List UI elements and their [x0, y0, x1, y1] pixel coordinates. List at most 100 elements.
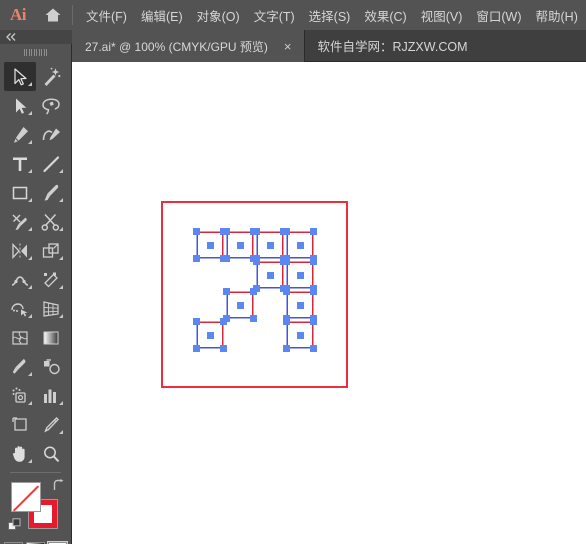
document-tab-label: 27.ai* @ 100% (CMYK/GPU 预览)	[85, 39, 268, 54]
square-r1c3[interactable]	[283, 258, 317, 292]
square-r0c2[interactable]	[253, 228, 287, 262]
square-r3c3[interactable]	[283, 318, 317, 352]
shaper-tool[interactable]	[4, 207, 36, 236]
scale-tool[interactable]	[36, 236, 68, 265]
hand-tool[interactable]	[4, 439, 36, 468]
anchor-point[interactable]	[193, 255, 200, 262]
watermark-text: 软件自学网：RJZXW.COM	[317, 40, 468, 54]
anchor-point[interactable]	[310, 318, 317, 325]
square-r0c0[interactable]	[193, 228, 227, 262]
center-point	[296, 271, 304, 279]
anchor-point[interactable]	[223, 255, 230, 262]
mesh-tool[interactable]	[4, 323, 36, 352]
collapse-panel-icon[interactable]	[0, 30, 72, 44]
document-canvas[interactable]	[72, 62, 586, 544]
anchor-point[interactable]	[193, 318, 200, 325]
fill-swatch[interactable]	[11, 482, 41, 512]
square-r0c1[interactable]	[223, 228, 257, 262]
column-graph-tool[interactable]	[36, 381, 68, 410]
menu-view[interactable]: 视图(V)	[414, 0, 470, 30]
tools-panel	[0, 30, 72, 544]
rotate-tool[interactable]	[4, 236, 36, 265]
free-transform-tool[interactable]	[36, 265, 68, 294]
anchor-point[interactable]	[250, 288, 257, 295]
square-r1c2[interactable]	[253, 258, 287, 292]
curvature-tool[interactable]	[36, 120, 68, 149]
anchor-point[interactable]	[283, 228, 290, 235]
fill-stroke-controls	[0, 477, 71, 539]
fill-none-indicator	[12, 483, 40, 511]
center-point	[266, 271, 274, 279]
rectangle-tool[interactable]	[4, 178, 36, 207]
document-tab[interactable]: 27.ai* @ 100% (CMYK/GPU 预览) ×	[72, 30, 305, 62]
swap-fill-stroke-icon[interactable]	[52, 479, 65, 495]
line-segment-tool[interactable]	[36, 149, 68, 178]
home-icon[interactable]	[36, 0, 70, 30]
anchor-point[interactable]	[283, 258, 290, 265]
square-r3c0[interactable]	[193, 318, 227, 352]
paintbrush-tool[interactable]	[36, 178, 68, 207]
menu-select[interactable]: 选择(S)	[302, 0, 358, 30]
zoom-tool[interactable]	[36, 439, 68, 468]
anchor-point[interactable]	[310, 258, 317, 265]
anchor-point[interactable]	[223, 288, 230, 295]
anchor-point[interactable]	[310, 288, 317, 295]
magic-wand-tool[interactable]	[36, 62, 68, 91]
symbol-sprayer-tool[interactable]	[4, 381, 36, 410]
anchor-point[interactable]	[193, 228, 200, 235]
menu-window[interactable]: 窗口(W)	[469, 0, 528, 30]
artboard-tool[interactable]	[4, 410, 36, 439]
anchor-point[interactable]	[220, 318, 227, 325]
anchor-point[interactable]	[283, 318, 290, 325]
scissors-tool[interactable]	[36, 207, 68, 236]
menu-object[interactable]: 对象(O)	[190, 0, 247, 30]
gradient-tool[interactable]	[36, 323, 68, 352]
pen-tool[interactable]	[4, 120, 36, 149]
anchor-point[interactable]	[253, 228, 260, 235]
menu-effect[interactable]: 效果(C)	[357, 0, 413, 30]
illustrator-window: Ai 文件(F) 编辑(E) 对象(O) 文字(T) 选择(S) 效果(C) 视图(V) 窗口…	[0, 0, 586, 544]
anchor-point[interactable]	[283, 345, 290, 352]
anchor-point[interactable]	[310, 228, 317, 235]
center-point	[206, 331, 214, 339]
width-tool[interactable]	[4, 265, 36, 294]
square-r0c3[interactable]	[283, 228, 317, 262]
square-r2c1[interactable]	[223, 288, 257, 322]
shape-builder-tool[interactable]	[4, 294, 36, 323]
anchor-point[interactable]	[193, 345, 200, 352]
menu-edit[interactable]: 编辑(E)	[134, 0, 190, 30]
menu-help[interactable]: 帮助(H)	[529, 0, 585, 30]
eyedropper-tool[interactable]	[4, 352, 36, 381]
panel-drag-handle[interactable]	[0, 44, 71, 60]
anchor-point[interactable]	[220, 345, 227, 352]
tool-grid	[0, 60, 71, 468]
center-point	[296, 301, 304, 309]
anchor-point[interactable]	[253, 258, 260, 265]
perspective-grid-tool[interactable]	[36, 294, 68, 323]
center-point	[296, 241, 304, 249]
close-icon[interactable]: ×	[280, 38, 296, 55]
selection-tool[interactable]	[4, 62, 36, 91]
square-r2c3[interactable]	[283, 288, 317, 322]
direct-selection-tool[interactable]	[4, 91, 36, 120]
lasso-tool[interactable]	[36, 91, 68, 120]
blend-tool[interactable]	[36, 352, 68, 381]
menu-divider	[72, 5, 73, 25]
default-fill-stroke-icon[interactable]	[8, 518, 22, 537]
anchor-point[interactable]	[283, 288, 290, 295]
anchor-point[interactable]	[223, 228, 230, 235]
center-point	[206, 241, 214, 249]
center-point	[296, 331, 304, 339]
slice-tool[interactable]	[36, 410, 68, 439]
tab-bar: 27.ai* @ 100% (CMYK/GPU 预览) × 软件自学网：RJZX…	[72, 30, 586, 62]
ai-logo-icon: Ai	[10, 5, 27, 24]
type-tool[interactable]	[4, 149, 36, 178]
center-point	[236, 241, 244, 249]
menu-type[interactable]: 文字(T)	[247, 0, 302, 30]
tools-divider	[10, 472, 61, 473]
anchor-point[interactable]	[250, 315, 257, 322]
center-point	[236, 301, 244, 309]
menu-file[interactable]: 文件(F)	[79, 0, 134, 30]
anchor-point[interactable]	[310, 345, 317, 352]
menu-bar: Ai 文件(F) 编辑(E) 对象(O) 文字(T) 选择(S) 效果(C) 视图(V) 窗口…	[0, 0, 586, 30]
